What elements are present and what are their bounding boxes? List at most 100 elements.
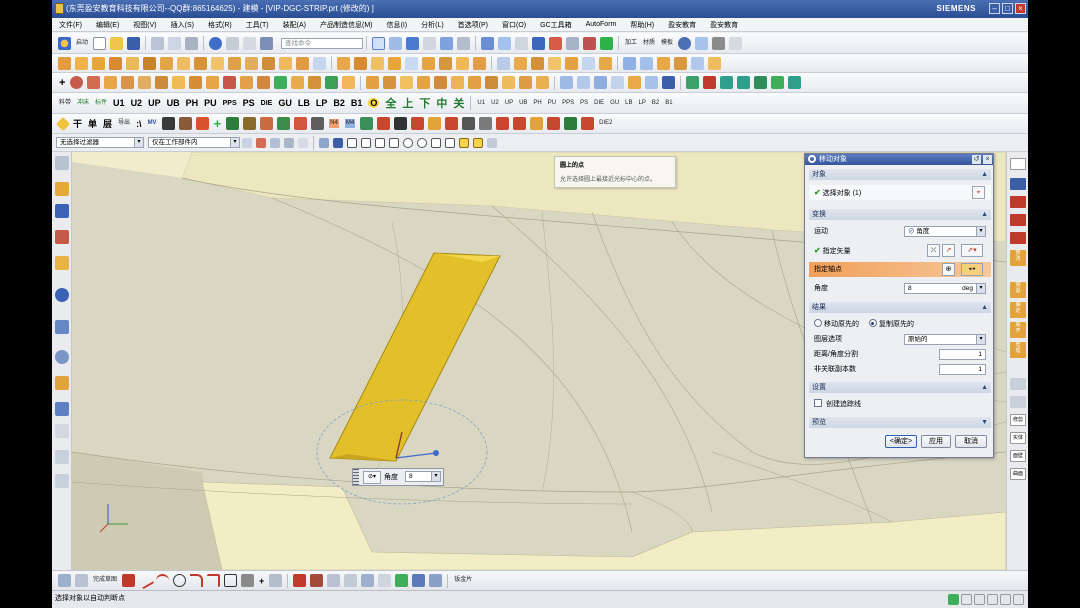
snap-arc-center-icon[interactable] [403, 137, 413, 148]
plugin-6-icon[interactable] [771, 76, 785, 89]
reuse-library-icon[interactable] [55, 256, 69, 270]
document-icon[interactable] [55, 474, 69, 488]
curve-14-icon[interactable] [325, 76, 339, 89]
plugin-path[interactable]: :\ [136, 119, 142, 129]
right-tool-2-icon[interactable] [1010, 178, 1026, 190]
groove-icon[interactable] [245, 56, 258, 70]
layer-icon[interactable] [481, 36, 495, 50]
die-tool-b2[interactable]: B2 [333, 98, 345, 108]
mic-icon[interactable] [987, 594, 998, 605]
motion-dropdown[interactable]: ⊘ 角度 ▾ [904, 226, 986, 237]
die-tool-r-u1[interactable]: U1 [477, 100, 485, 107]
ime-a-icon[interactable] [961, 594, 972, 605]
plugin-7-icon[interactable] [788, 76, 802, 89]
surface-5-icon[interactable] [691, 56, 704, 70]
right-tool-7-icon[interactable] [1010, 396, 1026, 408]
snap-existing-point-icon[interactable] [431, 137, 441, 148]
onscreen-angle-field[interactable]: 8 ▾ [405, 471, 441, 482]
view-orient-icon[interactable] [498, 36, 512, 50]
pull-face-icon[interactable] [565, 56, 578, 70]
sheet-metal-label[interactable]: 钣金片 [454, 577, 472, 584]
selection-filter-dropdown[interactable]: 无选择过滤器 ▾ [56, 137, 144, 148]
curve-7-icon[interactable] [206, 76, 220, 89]
plugin-m4[interactable]: M4 [344, 119, 356, 128]
ime-punct-icon[interactable] [974, 594, 985, 605]
right-tool-1-icon[interactable] [1010, 158, 1026, 170]
tray-menu-icon[interactable] [1013, 594, 1024, 605]
repeat-command-icon[interactable] [243, 36, 257, 50]
curve-3-icon[interactable] [138, 76, 152, 89]
copies-field[interactable]: 1 [939, 364, 986, 375]
curve-1-icon[interactable] [104, 76, 118, 89]
shell-icon[interactable] [371, 56, 384, 70]
right-tool-surface[interactable]: 曲面 [1010, 468, 1026, 480]
maximize-button[interactable]: □ [1002, 3, 1013, 14]
green-tool-icon[interactable] [226, 117, 240, 130]
offset-face-icon[interactable] [405, 56, 418, 70]
web-browser-icon[interactable] [55, 288, 69, 302]
pattern-icon[interactable] [456, 56, 469, 70]
curve-8-icon[interactable] [223, 76, 237, 89]
plugin-icon-e[interactable] [428, 117, 442, 130]
pocket-icon[interactable] [194, 56, 207, 70]
face-op-5-icon[interactable] [434, 76, 448, 89]
face-op-8-icon[interactable] [485, 76, 499, 89]
copy-original-radio[interactable]: 复制原先的 [868, 319, 914, 328]
replace-face-icon[interactable] [514, 56, 527, 70]
menu-yingan-2[interactable]: 盈安教育 [703, 20, 745, 30]
die-tool-r-gu[interactable]: GU [610, 100, 619, 107]
die-tool-u2[interactable]: U2 [131, 98, 143, 108]
die-tool-r-die[interactable]: DIE [594, 100, 604, 107]
die-tool-r-b2[interactable]: B2 [652, 100, 659, 107]
right-tool-modify[interactable]: 修改 [1010, 250, 1026, 266]
menu-insert[interactable]: 插入(S) [164, 20, 201, 30]
analysis-icon[interactable] [515, 36, 529, 50]
gray-tool-icon[interactable] [311, 117, 325, 130]
roles-icon[interactable] [55, 424, 69, 438]
extract-icon[interactable] [599, 56, 612, 70]
mold-5-icon[interactable] [628, 76, 642, 89]
die-tool-gu[interactable]: GU [278, 98, 292, 108]
die-tool-up[interactable]: UP [148, 98, 161, 108]
menu-file[interactable]: 文件(F) [52, 20, 89, 30]
snap-box-icon[interactable] [298, 137, 308, 148]
surface-6-icon[interactable] [708, 56, 721, 70]
curve-9-icon[interactable] [240, 76, 254, 89]
plugin-4-icon[interactable] [737, 76, 751, 89]
plugin-icon-b[interactable] [377, 117, 391, 130]
curve-5-icon[interactable] [172, 76, 186, 89]
chamfer-sketch-icon[interactable] [207, 574, 221, 587]
curve-6-icon[interactable] [189, 76, 203, 89]
rectangle-icon[interactable] [224, 574, 238, 587]
die-tool-strip[interactable]: 料带 [59, 100, 71, 107]
snap-midpoint-icon[interactable] [361, 137, 371, 148]
section-icon[interactable] [549, 36, 563, 50]
trim-body-icon[interactable] [422, 56, 435, 70]
right-tool-5-icon[interactable] [1010, 232, 1026, 244]
corner-icon[interactable] [327, 574, 341, 587]
right-tool-solid[interactable]: 实体 [1010, 432, 1026, 444]
layout-icon[interactable] [389, 36, 403, 50]
plugin-export[interactable]: 导出 [118, 120, 130, 127]
keyboard-icon[interactable] [1000, 594, 1011, 605]
line-icon[interactable] [136, 571, 155, 590]
die-tool-ps[interactable]: PS [243, 98, 255, 108]
section-result[interactable]: 结果 ▲ [809, 302, 991, 313]
machining-label[interactable]: 加工 [625, 40, 637, 47]
close-button[interactable]: × [1015, 3, 1026, 14]
zoom-icon[interactable] [423, 36, 437, 50]
menu-information[interactable]: 信息(I) [380, 20, 415, 30]
layer-dropdown[interactable]: 原始的 ▾ [904, 334, 986, 345]
minimize-button[interactable]: – [989, 3, 1000, 14]
die-tool-die[interactable]: DIE [261, 100, 273, 107]
menu-analysis[interactable]: 分析(L) [414, 20, 451, 30]
open-folder-icon[interactable] [110, 36, 124, 50]
paste-icon[interactable] [185, 36, 199, 50]
constraint-icon[interactable] [395, 574, 409, 587]
template-label[interactable]: 模板 [661, 40, 673, 47]
snap-on-face-icon[interactable] [473, 137, 483, 148]
curve-4-icon[interactable] [155, 76, 169, 89]
plugin-die2[interactable]: DIE2 [599, 120, 612, 127]
section-transform[interactable]: 变换 ▲ [809, 209, 991, 220]
snap-intersection-icon[interactable] [389, 137, 399, 148]
